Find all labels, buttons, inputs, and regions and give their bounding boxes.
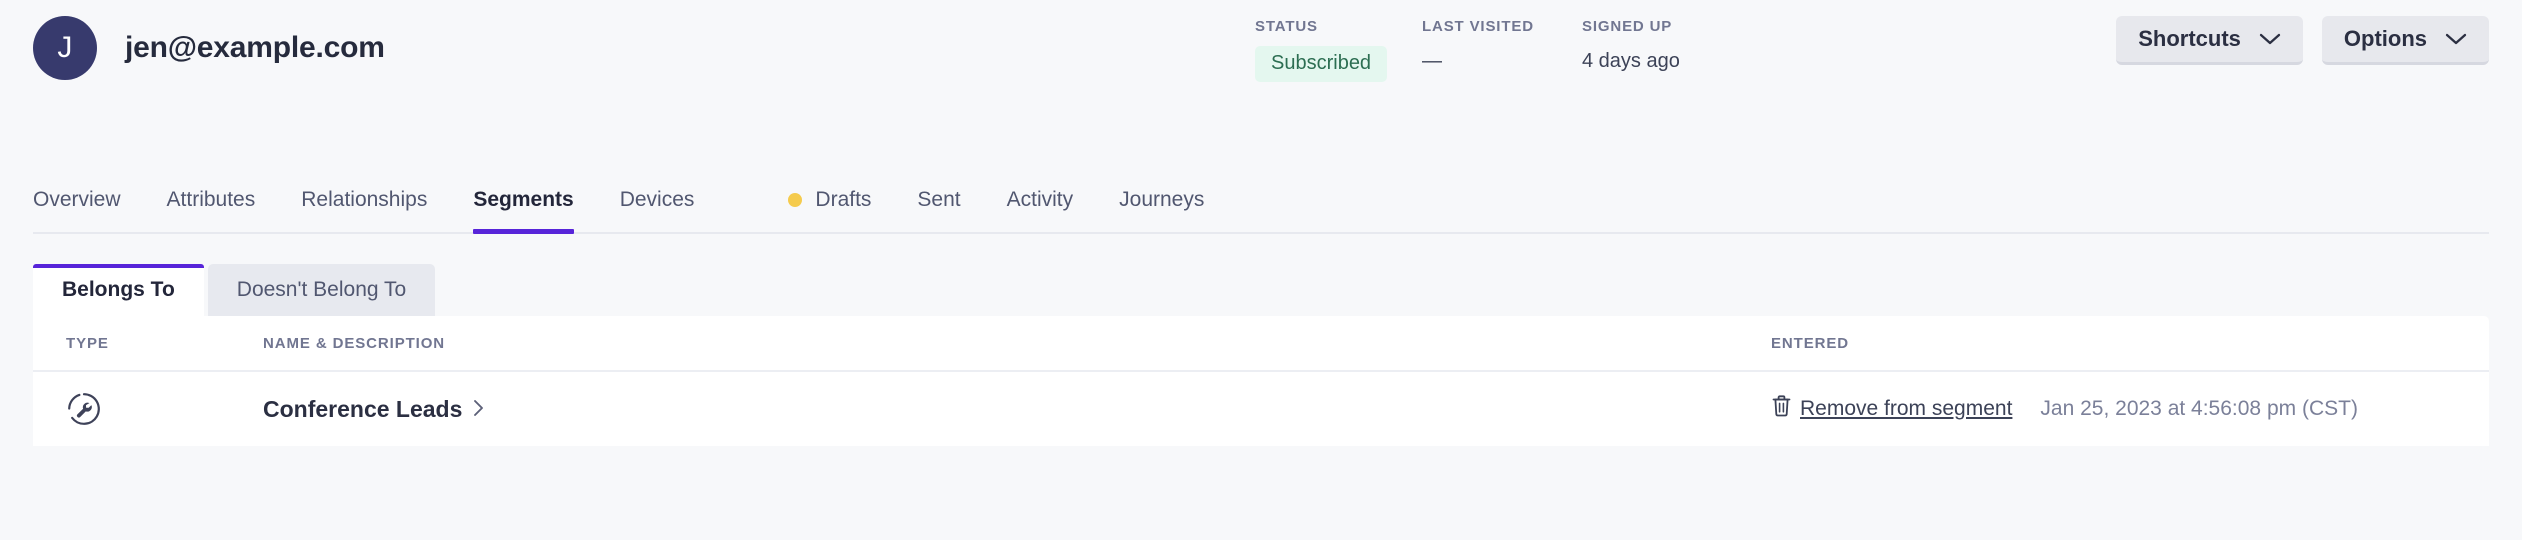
tab-sent-label: Sent [917, 188, 961, 211]
column-header-name-description: NAME & DESCRIPTION [263, 334, 446, 352]
tab-relationships[interactable]: Relationships [301, 168, 427, 232]
tab-overview-label: Overview [33, 188, 121, 211]
column-header-entered: ENTERED [1771, 334, 1849, 352]
segments-subtabs: Belongs To Doesn't Belong To [33, 264, 2522, 316]
draft-status-dot-icon [788, 193, 803, 207]
meta-signed-up: SIGNED UP 4 days ago [1582, 18, 1782, 82]
shortcuts-button-label: Shortcuts [2138, 26, 2241, 51]
tab-activity[interactable]: Activity [1007, 168, 1074, 232]
segment-name: Conference Leads [263, 395, 463, 422]
profile-meta: STATUS Subscribed LAST VISITED — SIGNED … [1255, 18, 1782, 82]
tab-attributes[interactable]: Attributes [167, 168, 256, 232]
column-header-type: TYPE [66, 334, 109, 352]
tab-attributes-label: Attributes [166, 188, 256, 211]
subtab-belongs-to[interactable]: Belongs To [33, 264, 204, 316]
segments-table: TYPE NAME & DESCRIPTION ENTERED Conferen… [33, 316, 2489, 446]
meta-status-label: STATUS [1255, 18, 1318, 35]
avatar: J [33, 16, 97, 80]
remove-from-segment-label: Remove from segment [1800, 397, 2013, 420]
cell-type [33, 391, 248, 427]
tab-segments-label: Segments [473, 188, 574, 211]
tab-sent[interactable]: Sent [917, 168, 960, 232]
profile-header: J jen@example.com STATUS Subscribed LAST… [0, 0, 2522, 168]
page-title: jen@example.com [125, 31, 385, 64]
shortcuts-button[interactable]: Shortcuts [2116, 16, 2303, 65]
customer-profile-page: J jen@example.com STATUS Subscribed LAST… [0, 0, 2522, 540]
cell-name-description: Conference Leads [248, 396, 1749, 423]
status-badge: Subscribed [1255, 46, 1388, 82]
subtab-doesnt-belong-to-label: Doesn't Belong To [236, 278, 407, 301]
tab-activity-label: Activity [1006, 188, 1074, 211]
manual-segment-wrench-icon [66, 391, 248, 427]
meta-last-visited-value: — [1422, 50, 1442, 72]
segment-link[interactable]: Conference Leads [263, 396, 484, 423]
profile-identity: J jen@example.com [33, 16, 385, 80]
chevron-down-icon [2445, 32, 2467, 46]
profile-tabbar: Overview Attributes Relationships Segmen… [33, 168, 2489, 234]
subtab-doesnt-belong-to[interactable]: Doesn't Belong To [207, 264, 436, 316]
tab-drafts[interactable]: Drafts [788, 168, 871, 232]
tab-drafts-label: Drafts [815, 188, 872, 211]
table-header-row: TYPE NAME & DESCRIPTION ENTERED [33, 316, 2489, 372]
tab-devices-label: Devices [619, 188, 695, 211]
tab-journeys[interactable]: Journeys [1119, 168, 1204, 232]
tab-relationships-label: Relationships [301, 188, 428, 211]
cell-entered: Remove from segment Jan 25, 2023 at 4:56… [1749, 394, 2489, 424]
meta-last-visited: LAST VISITED — [1422, 18, 1582, 82]
meta-signed-up-label: SIGNED UP [1582, 18, 1673, 35]
tab-overview[interactable]: Overview [33, 168, 121, 232]
meta-signed-up-value: 4 days ago [1582, 50, 1680, 72]
tab-segments[interactable]: Segments [473, 168, 575, 234]
entered-date: Jan 25, 2023 at 4:56:08 pm (CST) [2040, 397, 2358, 420]
tab-journeys-label: Journeys [1119, 188, 1205, 211]
remove-from-segment-button[interactable]: Remove from segment [1771, 394, 2012, 424]
meta-last-visited-label: LAST VISITED [1422, 18, 1534, 35]
table-row[interactable]: Conference Leads Remove from segment Jan… [33, 372, 2489, 446]
header-actions: Shortcuts Options [2116, 16, 2489, 65]
trash-icon [1771, 394, 1792, 424]
meta-status: STATUS Subscribed [1255, 18, 1422, 82]
options-button-label: Options [2343, 26, 2427, 51]
tab-devices[interactable]: Devices [620, 168, 695, 232]
options-button[interactable]: Options [2321, 16, 2489, 65]
chevron-right-icon [473, 396, 484, 423]
chevron-down-icon [2259, 32, 2281, 46]
subtab-belongs-to-label: Belongs To [62, 278, 175, 301]
